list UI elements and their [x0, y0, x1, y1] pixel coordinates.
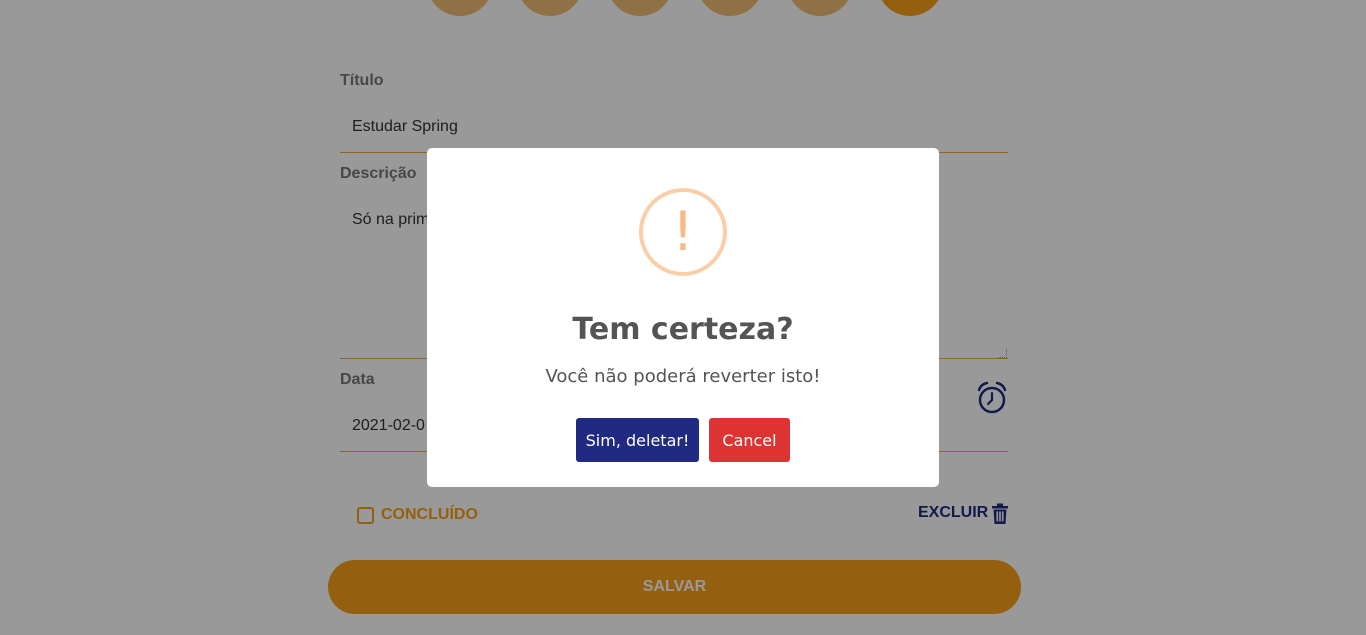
confirm-delete-button[interactable]: Sim, deletar! — [576, 418, 699, 462]
cancel-button[interactable]: Cancel — [709, 418, 790, 462]
confirm-delete-dialog: ! Tem certeza? Você não poderá reverter … — [427, 148, 939, 487]
dialog-title: Tem certeza? — [572, 312, 794, 347]
warning-icon: ! — [639, 188, 727, 276]
dialog-message: Você não poderá reverter isto! — [545, 366, 821, 387]
warning-glyph: ! — [672, 200, 694, 263]
